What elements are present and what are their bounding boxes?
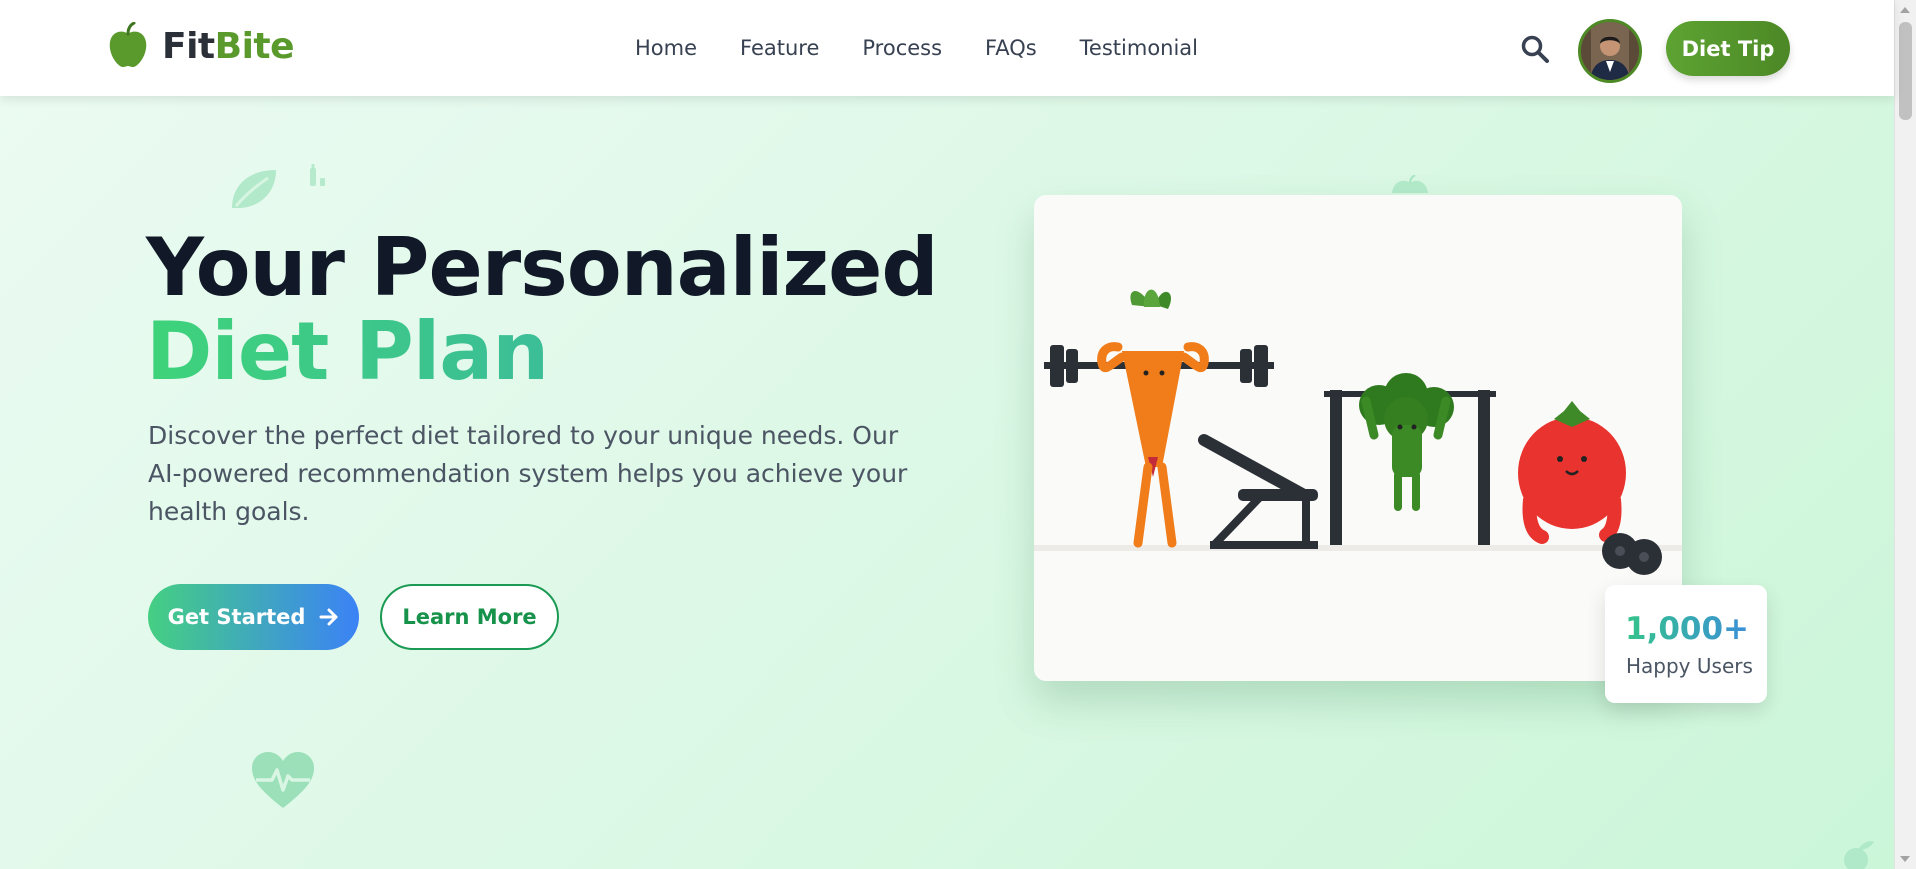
carrot-character [1044, 289, 1274, 548]
hero-illustration-card [1034, 195, 1682, 681]
hero-title-line2: Diet Plan [146, 310, 938, 394]
nav-faqs[interactable]: FAQs [985, 36, 1037, 60]
scroll-down-arrow-icon[interactable] [1900, 856, 1910, 862]
nav-feature[interactable]: Feature [740, 36, 819, 60]
heartbeat-icon [252, 752, 314, 808]
dumbbells [1602, 533, 1662, 575]
fruit-icon [1844, 841, 1874, 869]
happy-users-stat-card: 1,000+ Happy Users [1605, 585, 1767, 703]
diet-tip-button[interactable]: Diet Tip [1666, 21, 1790, 76]
bottle-icon [310, 164, 325, 186]
logo-text-bite: Bite [214, 25, 295, 67]
get-started-label: Get Started [167, 605, 306, 629]
apple-icon [109, 22, 147, 68]
scroll-up-arrow-icon[interactable] [1900, 7, 1910, 13]
arrow-right-icon [319, 608, 338, 626]
brand-logo[interactable]: FitBite [106, 22, 295, 70]
hero-description: Discover the perfect diet tailored to yo… [148, 421, 908, 526]
tomato-character [1518, 401, 1626, 544]
nav-home[interactable]: Home [635, 36, 697, 60]
learn-more-button[interactable]: Learn More [380, 584, 559, 650]
stat-label: Happy Users [1626, 654, 1753, 678]
logo-text-fit: Fit [162, 25, 215, 67]
nav-testimonial[interactable]: Testimonial [1080, 36, 1198, 60]
get-started-button[interactable]: Get Started [148, 584, 359, 650]
scrollbar-thumb[interactable] [1899, 22, 1912, 120]
vegetables-workout-illustration [1034, 289, 1682, 575]
user-avatar[interactable] [1578, 19, 1642, 83]
stat-value: 1,000+ [1625, 611, 1750, 647]
nav-process[interactable]: Process [862, 36, 942, 60]
search-icon[interactable] [1520, 34, 1550, 64]
page-scrollbar[interactable] [1894, 0, 1916, 869]
broccoli-character [1324, 373, 1496, 545]
apple-outline-icon [1392, 175, 1428, 193]
bench [1198, 434, 1318, 549]
top-navbar: FitBite Home Feature Process FAQs Testim… [0, 0, 1894, 96]
hero-title-line1: Your Personalized [146, 221, 939, 314]
hero-title: Your Personalized Diet Plan [146, 221, 939, 394]
leaf-icon [232, 170, 276, 208]
main-nav: Home Feature Process FAQs Testimonial [635, 36, 1198, 60]
avatar-portrait [1581, 22, 1639, 80]
